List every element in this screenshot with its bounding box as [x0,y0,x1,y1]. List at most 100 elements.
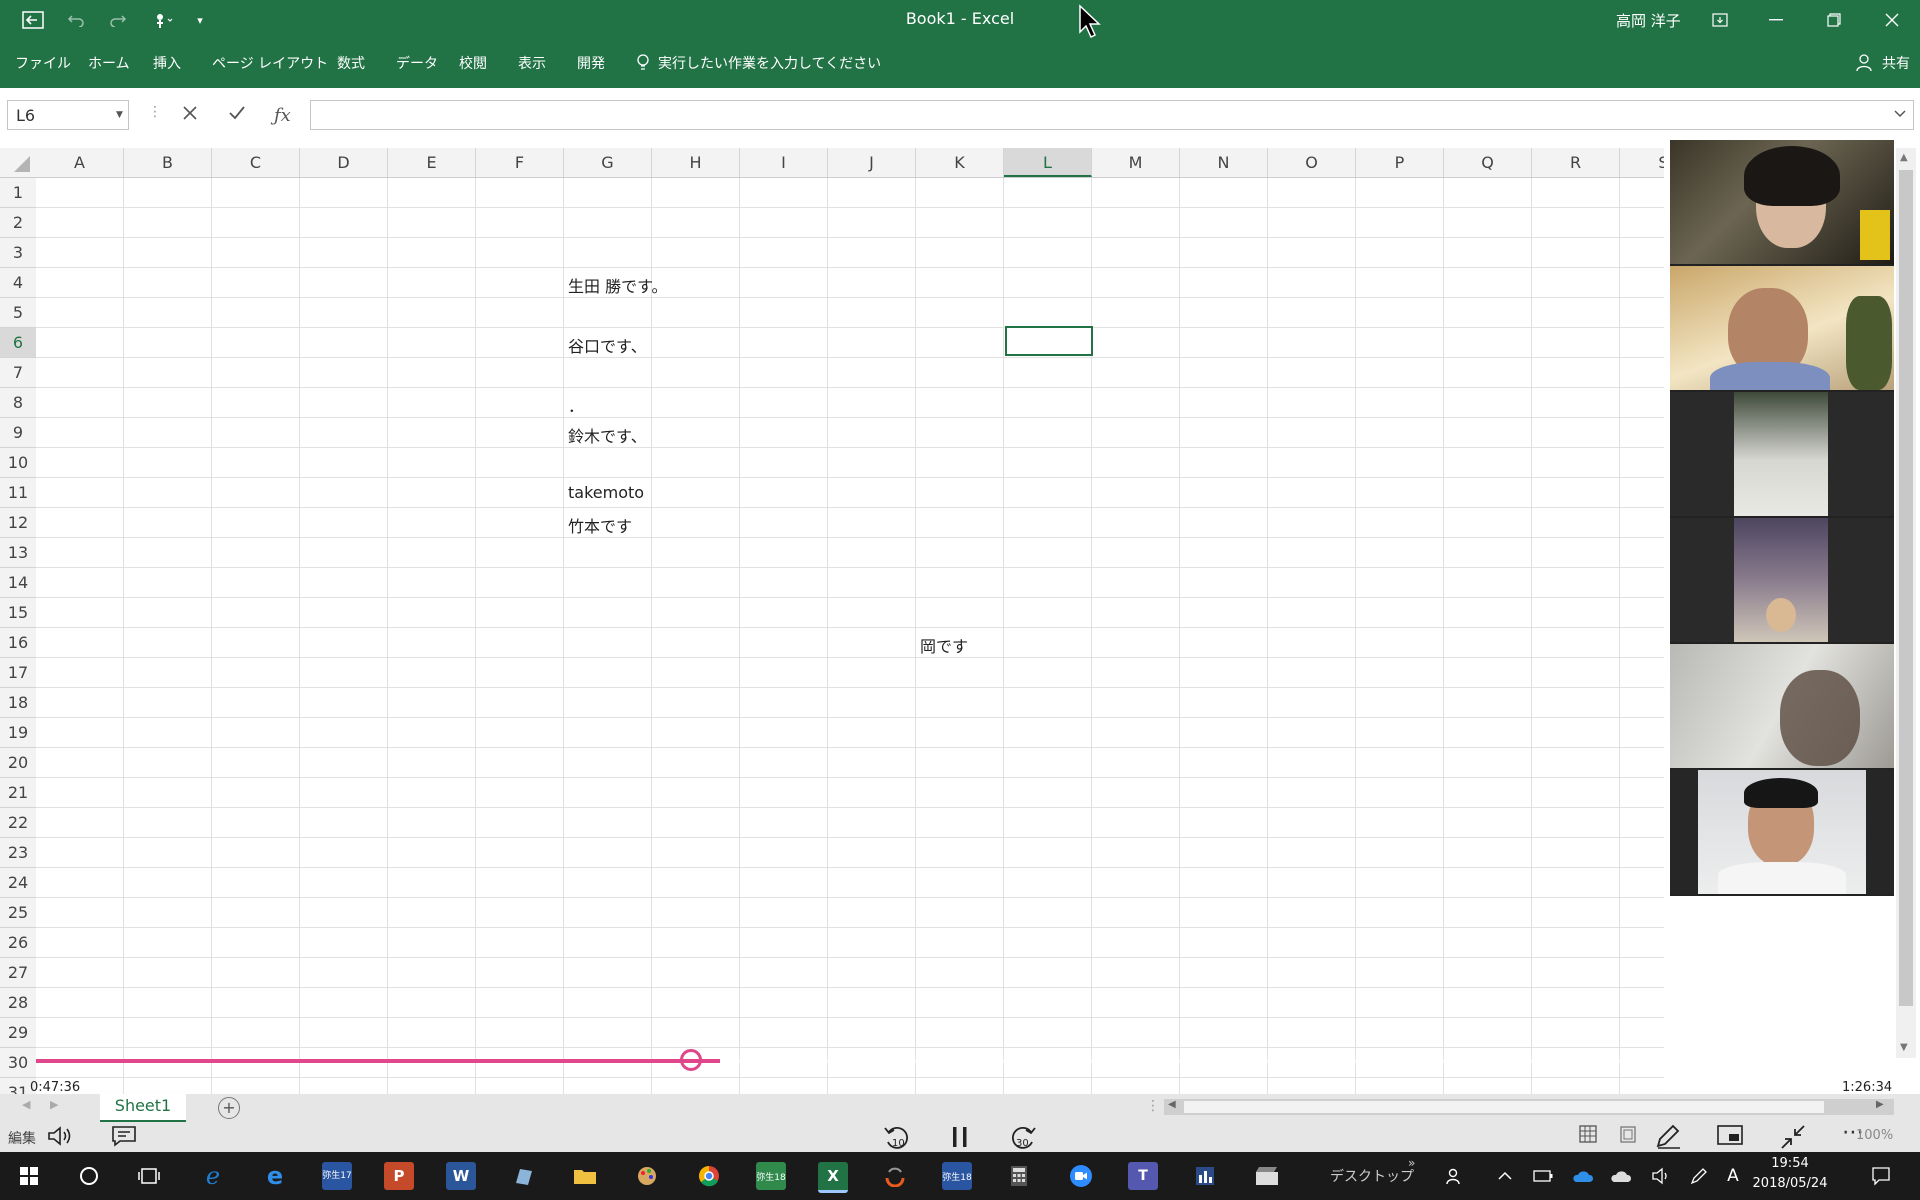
tab-data[interactable]: データ [396,53,438,73]
row-header-7[interactable]: 7 [0,358,36,388]
cell-g11[interactable]: takemoto [568,483,644,502]
user-name[interactable]: 高岡 洋子 [1616,10,1681,31]
cell-g6[interactable]: 谷口です、 [568,333,647,357]
word-icon[interactable]: W [446,1162,476,1190]
row-header-11[interactable]: 11 [0,478,36,508]
yayoi-17-icon[interactable]: 弥生17 [322,1162,352,1190]
column-header-h[interactable]: H [652,148,740,177]
row-header-4[interactable]: 4 [0,268,36,298]
tab-formulas[interactable]: 数式 [337,53,365,73]
page-layout-view-icon[interactable] [1618,1124,1638,1150]
column-header-r[interactable]: R [1532,148,1620,177]
notes-app-icon[interactable] [508,1162,538,1190]
restore-icon[interactable] [1814,6,1854,34]
horizontal-scroll-thumb[interactable] [1184,1101,1824,1113]
task-view-icon[interactable] [134,1162,164,1190]
cell-g8[interactable]: ． [568,393,584,417]
internet-explorer-icon[interactable]: e [198,1162,228,1190]
spreadsheet-grid[interactable]: ABCDEFGHIJKLMNOPQRS 1 2 3 4 5 6 7 8 9 10 11 12 13 14 1… [0,148,1664,1094]
cortana-search-icon[interactable] [74,1162,104,1190]
movie-maker-icon[interactable] [1252,1162,1282,1190]
sheet-next-icon[interactable]: ▶ [50,1098,58,1111]
clock-time[interactable]: 19:54 [1750,1156,1830,1171]
desktop-toolbar-label[interactable]: デスクトップ [1330,1166,1414,1186]
file-explorer-icon[interactable] [570,1162,600,1190]
mini-player-icon[interactable] [1716,1124,1744,1152]
participant-video-1[interactable] [1670,140,1894,264]
edge-browser-icon[interactable]: e [260,1162,290,1190]
row-header-27[interactable]: 27 [0,958,36,988]
vertical-scrollbar[interactable]: ▲ ▼ [1896,148,1916,1058]
playback-scrubber-handle[interactable] [680,1049,702,1071]
cell-g4[interactable]: 生田 勝です。 [568,273,668,297]
zoom-level[interactable]: 100% [1856,1128,1893,1143]
row-header-29[interactable]: 29 [0,1018,36,1048]
pen-workspace-icon[interactable] [1684,1162,1714,1190]
cancel-icon[interactable] [182,105,198,126]
row-header-2[interactable]: 2 [0,208,36,238]
scroll-up-icon[interactable]: ▲ [1900,152,1908,163]
column-header-f[interactable]: F [476,148,564,177]
action-center-icon[interactable] [1866,1162,1896,1190]
tab-review[interactable]: 校閲 [459,53,487,73]
select-all-corner[interactable] [0,148,36,177]
row-header-10[interactable]: 10 [0,448,36,478]
row-header-30[interactable]: 30 [0,1048,36,1078]
participant-video-4[interactable] [1670,518,1894,642]
volume-icon[interactable] [46,1124,74,1154]
teams-icon[interactable]: T [1128,1162,1158,1190]
calculator-icon[interactable] [1004,1162,1034,1190]
speaker-icon[interactable] [1646,1162,1676,1190]
column-header-j[interactable]: J [828,148,916,177]
column-header-m[interactable]: M [1092,148,1180,177]
scroll-left-icon[interactable]: ◀ [1168,1099,1176,1110]
vertical-scroll-thumb[interactable] [1899,170,1913,1006]
normal-view-icon[interactable] [1578,1124,1598,1150]
insert-function-icon[interactable]: ƒx [274,105,291,126]
formula-input[interactable] [310,100,1914,130]
column-header-e[interactable]: E [388,148,476,177]
enter-icon[interactable] [228,105,246,126]
yayoi-18-blue-icon[interactable]: 弥生18 [942,1162,972,1190]
row-header-1[interactable]: 1 [0,178,36,208]
ime-mode-icon[interactable]: A [1718,1162,1748,1190]
yayoi-18-green-icon[interactable]: 弥生18 [756,1162,786,1190]
row-header-20[interactable]: 20 [0,748,36,778]
row-header-15[interactable]: 15 [0,598,36,628]
row-header-12[interactable]: 12 [0,508,36,538]
row-header-5[interactable]: 5 [0,298,36,328]
column-header-q[interactable]: Q [1444,148,1532,177]
active-cell[interactable] [1005,326,1093,356]
row-header-22[interactable]: 22 [0,808,36,838]
tab-insert[interactable]: 挿入 [153,53,181,73]
battery-icon[interactable] [1528,1162,1558,1190]
clock-date[interactable]: 2018/05/24 [1750,1176,1830,1191]
column-header-l[interactable]: L [1004,148,1092,177]
onedrive-icon[interactable] [1568,1162,1598,1190]
tray-overflow-icon[interactable] [1490,1162,1520,1190]
scroll-down-icon[interactable]: ▼ [1900,1042,1908,1053]
toolbar-expand-icon[interactable]: » [1408,1156,1415,1170]
cell-k16[interactable]: 岡です [920,633,968,657]
column-header-i[interactable]: I [740,148,828,177]
tell-me-search[interactable]: 実行したい作業を入力してください [658,53,881,73]
minimize-icon[interactable] [1756,6,1796,34]
participant-video-2[interactable] [1670,266,1894,390]
name-box[interactable]: L6 [7,100,129,130]
chrome-icon[interactable] [694,1162,724,1190]
row-header-26[interactable]: 26 [0,928,36,958]
ribbon-display-options-icon[interactable] [1700,6,1740,34]
participant-video-5[interactable] [1670,644,1894,768]
tab-developer[interactable]: 開発 [577,53,605,73]
name-box-dropdown-icon[interactable]: ▼ [116,110,123,120]
column-header-n[interactable]: N [1180,148,1268,177]
add-sheet-button[interactable]: + [218,1097,240,1119]
powerpoint-icon[interactable]: P [384,1162,414,1190]
start-windows-icon[interactable] [14,1162,44,1190]
column-header-p[interactable]: P [1356,148,1444,177]
captions-icon[interactable] [110,1124,138,1154]
row-header-17[interactable]: 17 [0,658,36,688]
column-header-k[interactable]: K [916,148,1004,177]
row-header-24[interactable]: 24 [0,868,36,898]
onedrive-personal-icon[interactable] [1606,1162,1636,1190]
